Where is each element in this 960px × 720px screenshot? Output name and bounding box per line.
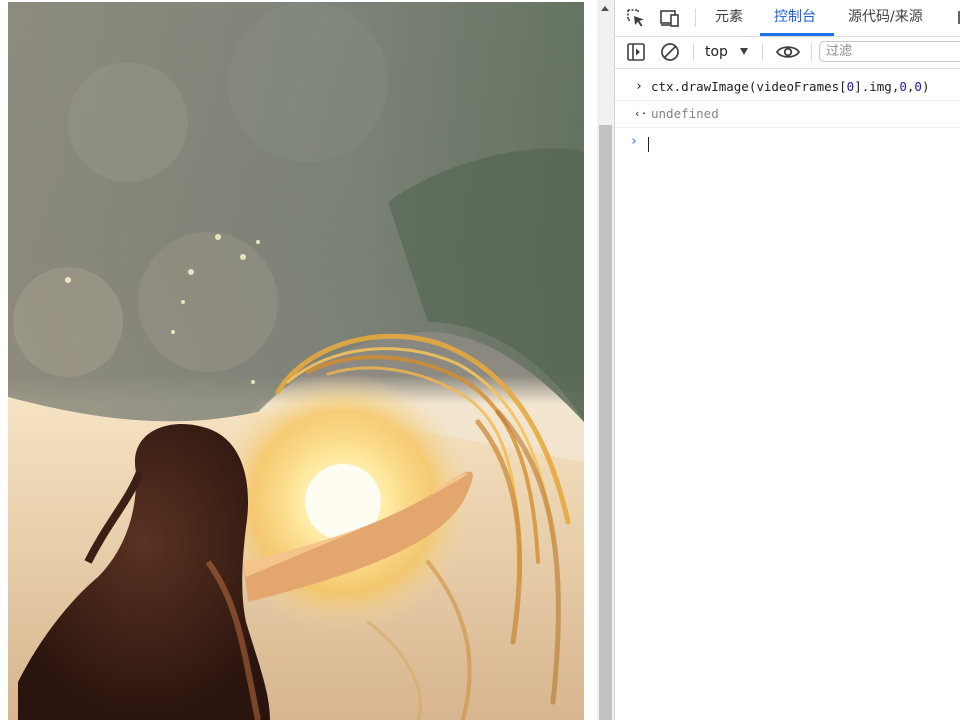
scroll-up-arrow-icon[interactable]: [601, 6, 609, 11]
console-prompt[interactable]: ›: [615, 129, 960, 155]
console-filter-input[interactable]: [819, 41, 960, 62]
page-viewport: [0, 0, 597, 720]
toolbar-divider: [695, 9, 696, 27]
device-toolbar-icon[interactable]: [659, 8, 681, 28]
context-dropdown-arrow-icon[interactable]: [740, 48, 748, 55]
toolbar-divider: [811, 43, 812, 61]
tab-elements[interactable]: 元素: [715, 0, 743, 34]
active-tab-indicator: [760, 33, 834, 36]
text-cursor: [648, 137, 649, 152]
page-scrollbar[interactable]: [597, 0, 614, 720]
sidebar-toggle-icon[interactable]: [626, 42, 648, 62]
result-return-icon: ‹·: [634, 107, 648, 120]
prompt-chevron-icon: ›: [630, 134, 638, 149]
video-frame-canvas: [8, 2, 584, 720]
devtools-tab-bar: 元素 控制台 源代码/来源: [615, 0, 960, 37]
console-output[interactable]: › ctx.drawImage(videoFrames[0].img,0,0) …: [615, 69, 960, 720]
console-input-entry: › ctx.drawImage(videoFrames[0].img,0,0): [615, 74, 960, 101]
tab-console[interactable]: 控制台: [774, 0, 816, 34]
context-selector[interactable]: top: [705, 40, 728, 64]
surfer-wave-frame-image: [8, 2, 584, 720]
clear-console-icon[interactable]: [660, 42, 682, 62]
console-toolbar: top: [615, 37, 960, 69]
console-result-entry: ‹· undefined: [615, 101, 960, 128]
toolbar-divider: [762, 43, 763, 61]
inspect-element-icon[interactable]: [626, 8, 648, 28]
devtools-panel: 元素 控制台 源代码/来源 top 过滤 › ctx.drawImage(vid…: [614, 0, 960, 720]
tab-sources[interactable]: 源代码/来源: [848, 0, 923, 34]
input-chevron-icon: ›: [635, 79, 643, 94]
console-result-value: undefined: [651, 106, 719, 121]
live-expression-eye-icon[interactable]: [775, 42, 801, 62]
scrollbar-thumb[interactable]: [599, 125, 612, 720]
toolbar-divider: [693, 43, 694, 61]
console-command-text: ctx.drawImage(videoFrames[0].img,0,0): [651, 79, 930, 94]
